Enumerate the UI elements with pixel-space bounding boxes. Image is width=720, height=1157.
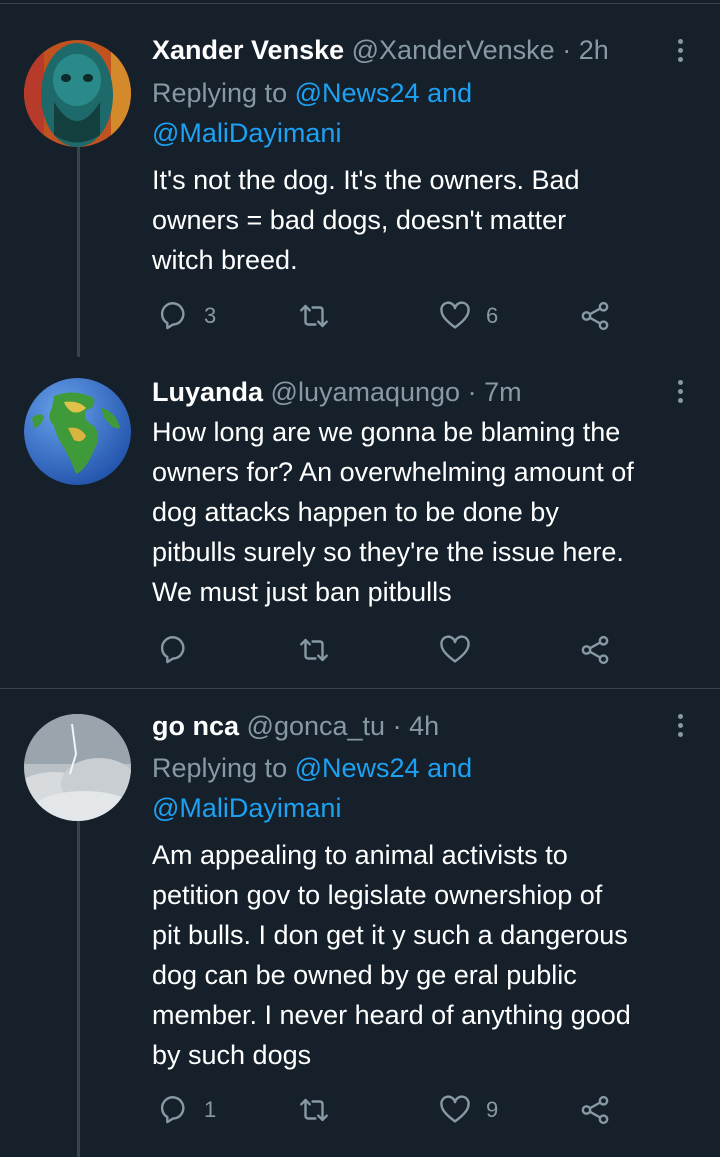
- timestamp[interactable]: 4h: [409, 711, 439, 741]
- avatar[interactable]: [24, 714, 131, 821]
- display-name[interactable]: go nca: [152, 711, 239, 741]
- avatar[interactable]: [24, 40, 131, 147]
- tweet-header: Luyanda @luyamaqungo · 7m: [152, 372, 522, 412]
- replying-to: Replying to @News24 and @MaliDayimani: [152, 73, 472, 153]
- display-name[interactable]: Luyanda: [152, 377, 263, 407]
- retweet-icon: [300, 1098, 328, 1122]
- reply-button[interactable]: 1: [156, 1090, 216, 1130]
- reply-count: 1: [204, 1097, 217, 1122]
- user-handle[interactable]: @XanderVenske: [352, 35, 555, 65]
- more-icon[interactable]: [670, 711, 690, 741]
- thread-line: [77, 147, 80, 357]
- mention-link[interactable]: @MaliDayimani: [152, 788, 472, 828]
- separator: ·: [467, 377, 477, 407]
- retweet-button[interactable]: [297, 296, 345, 336]
- mention-link[interactable]: @News24 and: [295, 753, 473, 783]
- like-icon: [440, 635, 470, 663]
- avatar[interactable]: [24, 378, 131, 485]
- more-icon[interactable]: [670, 377, 690, 407]
- like-count: 9: [486, 1097, 499, 1122]
- reply-icon: [160, 302, 185, 330]
- like-button[interactable]: 9: [438, 1090, 498, 1130]
- display-name[interactable]: Xander Venske: [152, 35, 344, 65]
- retweet-icon: [300, 638, 328, 662]
- retweet-icon: [300, 304, 328, 328]
- like-count: 6: [486, 303, 499, 328]
- tweet-header: Xander Venske @XanderVenske · 2h: [152, 30, 609, 70]
- reply-icon: [160, 636, 185, 664]
- reply-button[interactable]: 3: [156, 296, 216, 336]
- tweet-text: It's not the dog. It's the owners. Bad o…: [152, 165, 580, 275]
- tweet-actions: 3 6: [152, 296, 672, 336]
- share-button[interactable]: [578, 296, 612, 336]
- timestamp[interactable]: 7m: [484, 377, 522, 407]
- tweet-divider: [0, 688, 720, 689]
- thread-line: [77, 821, 80, 1157]
- tweet-text: How long are we gonna be blaming the own…: [152, 417, 634, 607]
- like-button[interactable]: 6: [438, 296, 498, 336]
- tweet-actions: 1 9: [152, 1090, 672, 1130]
- top-divider: [0, 3, 720, 4]
- retweet-button[interactable]: [297, 1090, 345, 1130]
- replying-to: Replying to @News24 and @MaliDayimani: [152, 748, 472, 828]
- share-icon: [581, 301, 609, 331]
- reply-count: 3: [204, 303, 217, 328]
- replying-prefix: Replying to: [152, 753, 288, 783]
- user-handle[interactable]: @gonca_tu: [247, 711, 386, 741]
- separator: ·: [562, 35, 572, 65]
- like-icon: [440, 1095, 470, 1123]
- tweet-actions: [152, 630, 672, 670]
- share-icon: [581, 1095, 609, 1125]
- timestamp[interactable]: 2h: [579, 35, 609, 65]
- share-icon: [581, 635, 609, 665]
- tweet-header: go nca @gonca_tu · 4h: [152, 706, 439, 746]
- separator: ·: [392, 711, 402, 741]
- reply-button[interactable]: [156, 630, 204, 670]
- tweet-text: Am appealing to animal activists to peti…: [152, 840, 631, 1070]
- more-icon[interactable]: [670, 36, 690, 66]
- reply-icon: [160, 1096, 185, 1124]
- share-button[interactable]: [578, 630, 612, 670]
- mention-link[interactable]: @MaliDayimani: [152, 113, 472, 153]
- replying-prefix: Replying to: [152, 78, 288, 108]
- like-button[interactable]: [438, 630, 486, 670]
- user-handle[interactable]: @luyamaqungo: [271, 377, 461, 407]
- retweet-button[interactable]: [297, 630, 345, 670]
- like-icon: [440, 301, 470, 329]
- share-button[interactable]: [578, 1090, 612, 1130]
- mention-link[interactable]: @News24 and: [295, 78, 473, 108]
